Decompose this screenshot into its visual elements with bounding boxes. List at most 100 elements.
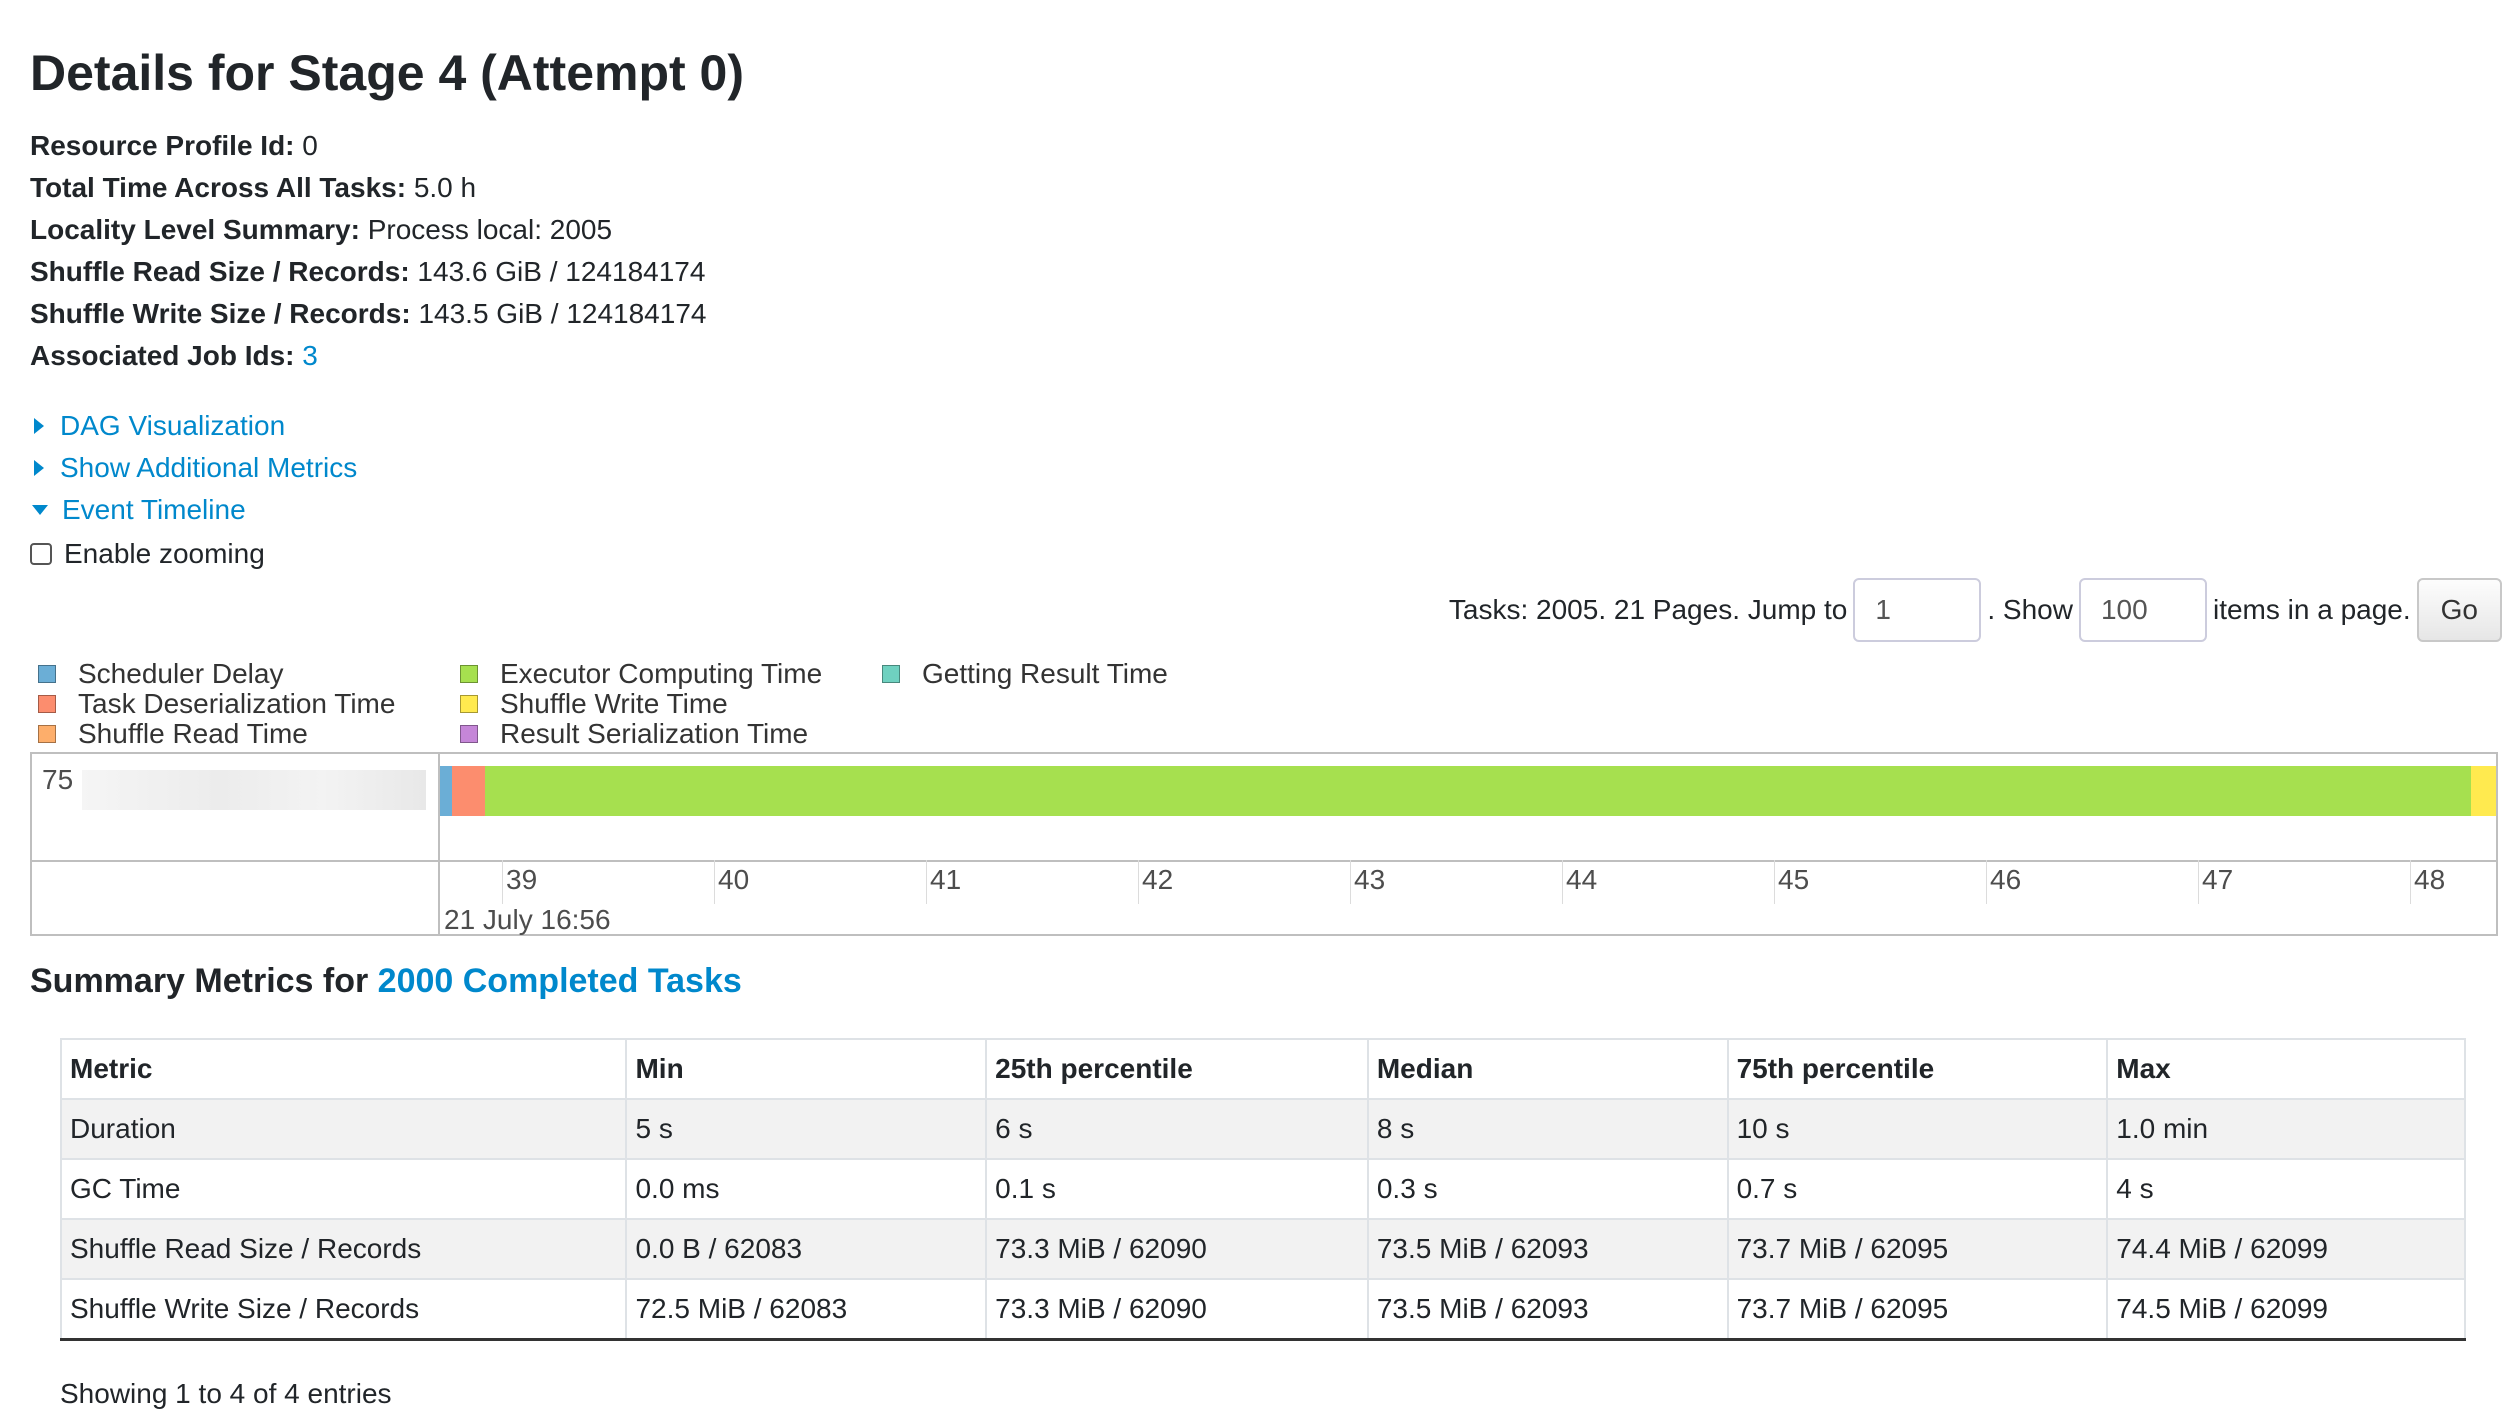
go-button[interactable]: Go bbox=[2416, 578, 2502, 642]
legend-getting-result: Getting Result Time bbox=[882, 658, 1168, 690]
axis-tick-label: 45 bbox=[1778, 864, 1810, 895]
axis-tick bbox=[2198, 860, 2199, 904]
info-value: 0 bbox=[302, 130, 318, 161]
axis-tick bbox=[1350, 860, 1351, 904]
page-size-input[interactable] bbox=[2078, 578, 2207, 642]
legend-task-deserialization: Task Deserialization Time bbox=[38, 688, 395, 720]
table-cell: 73.7 MiB / 62095 bbox=[1726, 1218, 2109, 1280]
legend-label: Shuffle Write Time bbox=[500, 688, 728, 719]
additional-metrics-link[interactable]: Show Additional Metrics bbox=[60, 452, 357, 484]
legend-swatch bbox=[460, 665, 478, 683]
axis-tick bbox=[1562, 860, 1563, 904]
legend-label: Getting Result Time bbox=[922, 658, 1168, 689]
axis-tick bbox=[502, 860, 503, 904]
axis-tick bbox=[1138, 860, 1139, 904]
axis-tick bbox=[1774, 860, 1775, 904]
column-header[interactable]: 25th percentile bbox=[985, 1038, 1369, 1100]
info-value: 5.0 h bbox=[413, 172, 477, 203]
pager-suffix: items in a page. bbox=[2212, 594, 2411, 625]
axis-tick-label: 46 bbox=[1990, 864, 2022, 895]
legend-shuffle-write-time: Shuffle Write Time bbox=[460, 688, 728, 720]
column-header[interactable]: Max bbox=[2106, 1038, 2466, 1100]
page-number-input[interactable] bbox=[1853, 578, 1982, 642]
info-label: Associated Job Ids: bbox=[30, 340, 295, 371]
info-shuffle-read: Shuffle Read Size / Records: 143.6 GiB /… bbox=[30, 256, 705, 288]
table-cell: 4 s bbox=[2106, 1158, 2466, 1220]
column-header[interactable]: Metric bbox=[59, 1038, 628, 1100]
axis-tick-label: 40 bbox=[718, 864, 750, 895]
info-locality: Locality Level Summary: Process local: 2… bbox=[30, 214, 612, 246]
summary-prefix: Summary Metrics for bbox=[30, 962, 378, 1000]
info-resource-profile: Resource Profile Id: 0 bbox=[30, 130, 318, 162]
column-header[interactable]: Median bbox=[1366, 1038, 1729, 1100]
legend-swatch bbox=[38, 725, 56, 743]
dag-visualization-toggle[interactable]: DAG Visualization bbox=[30, 410, 285, 442]
event-timeline-link[interactable]: Event Timeline bbox=[62, 494, 246, 526]
event-timeline[interactable]: 75 39 40 41 42 43 44 45 46 47 48 21 July 16:56 bbox=[30, 752, 2498, 936]
table-cell: 73.5 MiB / 62093 bbox=[1366, 1218, 1729, 1280]
table-row: Duration 5 s 6 s 8 s 10 s 1.0 min bbox=[59, 1098, 2466, 1160]
additional-metrics-toggle[interactable]: Show Additional Metrics bbox=[30, 452, 357, 484]
table-cell: Duration bbox=[59, 1098, 628, 1160]
task-pager: Tasks: 2005. 21 Pages. Jump to . Show it… bbox=[1449, 576, 2516, 644]
legend-shuffle-read-time: Shuffle Read Time bbox=[38, 718, 308, 750]
job-id-link[interactable]: 3 bbox=[302, 340, 318, 371]
event-timeline-toggle[interactable]: Event Timeline bbox=[30, 494, 246, 526]
table-cell: 5 s bbox=[625, 1098, 988, 1160]
pager-prefix: Tasks: 2005. 21 Pages. Jump to bbox=[1448, 594, 1848, 625]
legend-swatch bbox=[460, 725, 478, 743]
table-cell: 73.3 MiB / 62090 bbox=[985, 1218, 1369, 1280]
table-info-text: Showing 1 to 4 of 4 entries bbox=[60, 1378, 392, 1409]
table-cell: 73.3 MiB / 62090 bbox=[985, 1278, 1369, 1341]
table-cell: 0.7 s bbox=[1726, 1158, 2109, 1220]
column-header[interactable]: Min bbox=[625, 1038, 988, 1100]
info-label: Locality Level Summary: bbox=[30, 214, 360, 245]
table-cell: 0.0 ms bbox=[625, 1158, 988, 1220]
caret-down-icon bbox=[32, 505, 48, 515]
legend-label: Shuffle Read Time bbox=[78, 718, 308, 749]
table-cell: 8 s bbox=[1366, 1098, 1729, 1160]
legend-label: Task Deserialization Time bbox=[78, 688, 396, 719]
table-cell: 73.5 MiB / 62093 bbox=[1366, 1278, 1729, 1341]
table-cell: 0.1 s bbox=[985, 1158, 1369, 1220]
legend-swatch bbox=[460, 695, 478, 713]
info-total-time: Total Time Across All Tasks: 5.0 h bbox=[30, 172, 476, 204]
enable-zooming-label: Enable zooming bbox=[64, 538, 265, 569]
info-label: Shuffle Read Size / Records: bbox=[30, 256, 410, 287]
table-row: Shuffle Write Size / Records 72.5 MiB / … bbox=[59, 1278, 2466, 1341]
legend-swatch bbox=[38, 665, 56, 683]
table-cell: 72.5 MiB / 62083 bbox=[625, 1278, 988, 1341]
dag-visualization-link[interactable]: DAG Visualization bbox=[60, 410, 285, 442]
table-cell: 74.5 MiB / 62099 bbox=[2106, 1278, 2466, 1341]
axis-tick bbox=[2410, 860, 2411, 904]
pager-show-text: . Show bbox=[1987, 594, 2073, 625]
axis-tick bbox=[714, 860, 715, 904]
redacted-task-name bbox=[82, 770, 426, 810]
table-cell: 74.4 MiB / 62099 bbox=[2106, 1218, 2466, 1280]
table-cell: 6 s bbox=[985, 1098, 1369, 1160]
axis-tick-label: 42 bbox=[1142, 864, 1174, 895]
table-row: GC Time 0.0 ms 0.1 s 0.3 s 0.7 s 4 s bbox=[59, 1158, 2466, 1220]
table-header-row: Metric Min 25th percentile Median 75th p… bbox=[59, 1038, 2466, 1100]
info-label: Resource Profile Id: bbox=[30, 130, 295, 161]
legend-label: Result Serialization Time bbox=[500, 718, 809, 749]
completed-tasks-link[interactable]: 2000 Completed Tasks bbox=[378, 962, 742, 1000]
legend-swatch bbox=[38, 695, 56, 713]
info-label: Total Time Across All Tasks: bbox=[30, 172, 407, 203]
axis-tick-label: 47 bbox=[2202, 864, 2234, 895]
legend-swatch bbox=[882, 665, 900, 683]
enable-zooming-checkbox[interactable] bbox=[30, 543, 52, 565]
caret-right-icon bbox=[34, 418, 44, 434]
axis-tick-label: 48 bbox=[2414, 864, 2446, 895]
table-cell: 0.0 B / 62083 bbox=[625, 1218, 988, 1280]
timeline-date-label: 21 July 16:56 bbox=[444, 904, 611, 935]
enable-zooming[interactable]: Enable zooming bbox=[30, 538, 265, 570]
info-value: Process local: 2005 bbox=[367, 214, 613, 245]
legend-executor-computing: Executor Computing Time bbox=[460, 658, 822, 690]
legend-label: Executor Computing Time bbox=[500, 658, 823, 689]
axis-tick bbox=[926, 860, 927, 904]
table-cell: Shuffle Read Size / Records bbox=[59, 1218, 628, 1280]
column-header[interactable]: 75th percentile bbox=[1726, 1038, 2109, 1100]
timeline-task-label: 75 bbox=[42, 764, 74, 795]
axis-tick bbox=[1986, 860, 1987, 904]
